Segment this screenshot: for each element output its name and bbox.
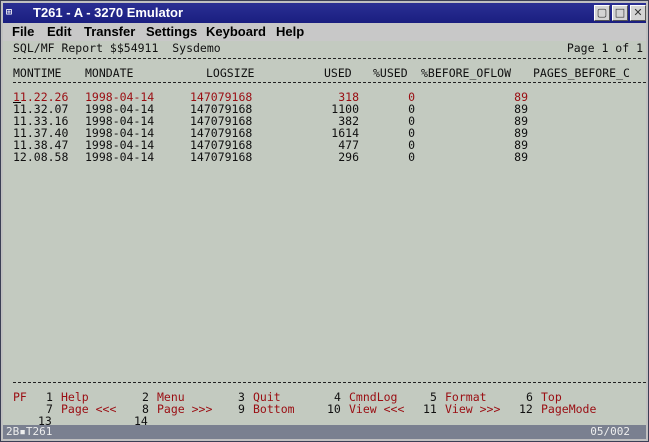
report-title: SQL/MF Report $$54911 Sysdemo [13, 41, 221, 55]
row-6-before-oflow: 89 [514, 150, 528, 164]
header-bottom-rule [13, 82, 646, 83]
menu-transfer[interactable]: Transfer [84, 23, 135, 41]
emulator-window: ⊞ T261 - A - 3270 Emulator ▢ □ ✕ File Ed… [0, 0, 649, 442]
col-montime: MONTIME [13, 66, 62, 80]
restore-button[interactable]: ▢ [594, 5, 610, 21]
pf8-key[interactable]: Page >>> [157, 403, 212, 415]
footer-rule [13, 382, 646, 383]
pf10-number: 10 [327, 402, 341, 416]
header-top-rule [13, 58, 646, 59]
col-used: USED [324, 66, 352, 80]
session-status: 2B▪T261 [6, 425, 53, 438]
title-bar[interactable]: ⊞ T261 - A - 3270 Emulator ▢ □ ✕ [3, 3, 646, 23]
system-menu-icon[interactable]: ⊞ [6, 6, 20, 20]
close-button[interactable]: ✕ [630, 5, 646, 21]
minimize-button[interactable]: □ [612, 5, 628, 21]
row-6-mondate: 1998-04-14 [85, 150, 155, 164]
pf10-key[interactable]: View <<< [349, 403, 404, 415]
pf12-key[interactable]: PageMode [541, 403, 596, 415]
col-pct-used: %USED [373, 66, 408, 80]
pf-prefix: PF [13, 390, 27, 404]
menu-keyboard[interactable]: Keyboard [206, 23, 266, 41]
col-pages-before: PAGES_BEFORE_C [533, 66, 630, 80]
pf9-key[interactable]: Bottom [253, 403, 295, 415]
row-6-montime: 12.08.58 [13, 150, 69, 164]
pf11-number: 11 [423, 402, 437, 416]
page-indicator: Page 1 of 1 [566, 41, 643, 55]
terminal-screen[interactable]: SQL/MF Report $$54911 Sysdemo Page 1 of … [3, 41, 646, 427]
menu-file[interactable]: File [12, 23, 34, 41]
row-6-logsize: 147079168 [190, 150, 253, 164]
cursor-position: 05/002 [590, 425, 630, 438]
pf9-number: 9 [238, 402, 245, 416]
menu-settings[interactable]: Settings [146, 23, 197, 41]
pf11-key[interactable]: View >>> [445, 403, 500, 415]
row-6-pct-used: 0 [408, 150, 415, 164]
pf12-number: 12 [519, 402, 533, 416]
pf7-key[interactable]: Page <<< [61, 403, 116, 415]
col-before-oflow: %BEFORE_OFLOW [421, 66, 512, 80]
menu-bar: File Edit Transfer Settings Keyboard Hel… [3, 23, 646, 41]
row-6-used: 296 [338, 150, 359, 164]
window-title: T261 - A - 3270 Emulator [33, 5, 184, 20]
menu-edit[interactable]: Edit [47, 23, 72, 41]
col-mondate: MONDATE [85, 66, 134, 80]
status-bar: 2B▪T261 05/002 [3, 425, 646, 439]
menu-help[interactable]: Help [276, 23, 304, 41]
col-logsize: LOGSIZE [206, 66, 255, 80]
